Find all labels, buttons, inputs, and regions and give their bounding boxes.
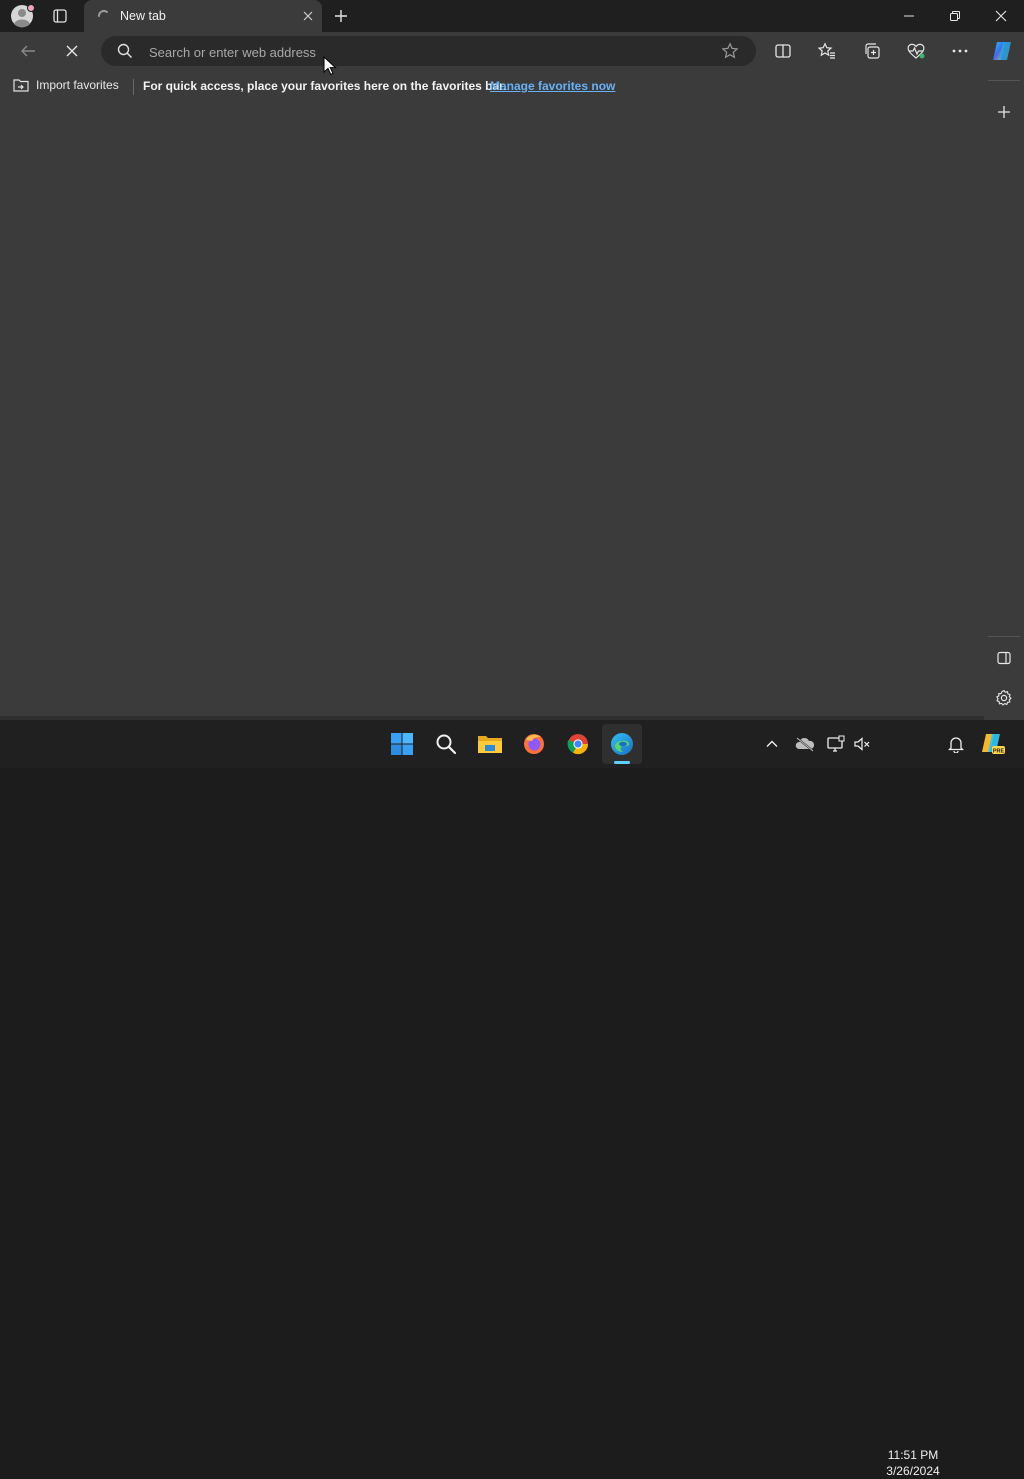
taskbar-clock[interactable]: 11:51 PM 3/26/2024 — [880, 1447, 946, 1479]
chevron-up-icon — [766, 740, 778, 747]
stop-loading-button[interactable] — [56, 35, 88, 67]
sidebar-divider — [988, 636, 1020, 637]
manage-favorites-link[interactable]: Manage favorites now — [490, 79, 615, 93]
browser-essentials-button[interactable] — [900, 35, 932, 67]
hide-sidebar-button[interactable] — [990, 644, 1018, 672]
browser-essentials-icon — [907, 43, 925, 59]
add-favorite-button[interactable] — [721, 42, 739, 60]
firefox-icon — [524, 734, 544, 754]
copilot-button[interactable] — [986, 35, 1018, 67]
tab-actions-icon — [53, 9, 67, 23]
cursor-arrow-icon — [323, 56, 337, 76]
show-hidden-icons-button[interactable] — [760, 732, 784, 756]
tab-title: New tab — [120, 9, 166, 23]
star-outline-icon — [721, 42, 739, 59]
display-icon — [827, 735, 845, 752]
address-bar[interactable] — [101, 36, 756, 66]
title-bar: New tab — [0, 0, 1024, 32]
favorites-divider — [133, 79, 134, 95]
address-input[interactable] — [147, 41, 711, 63]
new-tab-button[interactable] — [328, 0, 354, 32]
page-content — [0, 102, 984, 716]
windows-start-icon — [391, 733, 413, 755]
favorites-button[interactable] — [811, 35, 843, 67]
import-favorites-button[interactable]: Import favorites — [12, 77, 119, 93]
gear-icon — [996, 689, 1012, 706]
taskbar-edge[interactable] — [602, 724, 642, 764]
profile-button[interactable] — [6, 0, 38, 32]
mouse-cursor — [323, 56, 337, 76]
browser-toolbar — [0, 32, 1024, 70]
back-button[interactable] — [12, 35, 44, 67]
favorites-icon — [818, 42, 835, 59]
sidebar-divider — [988, 80, 1020, 81]
profile-avatar-icon — [11, 4, 35, 28]
back-arrow-icon — [21, 45, 35, 57]
clock-time: 11:51 PM — [887, 1448, 939, 1462]
split-screen-button[interactable] — [767, 35, 799, 67]
tray-network-display[interactable] — [824, 732, 848, 756]
minimize-button[interactable] — [886, 0, 932, 32]
tab-actions-button[interactable] — [44, 0, 76, 32]
sidebar-settings-button[interactable] — [990, 684, 1018, 712]
favorites-bar: Import favorites For quick access, place… — [0, 70, 1024, 102]
taskbar-firefox[interactable] — [514, 724, 554, 764]
start-button[interactable] — [382, 724, 422, 764]
taskbar: 11:51 PM 3/26/2024 PRE — [0, 720, 1024, 1478]
favorites-bar-message: For quick access, place your favorites h… — [143, 79, 507, 93]
file-explorer-icon — [478, 736, 502, 753]
sidebar-toggle-icon — [997, 651, 1011, 665]
onedrive-icon — [795, 737, 815, 752]
minimize-icon — [904, 15, 914, 17]
restore-icon — [950, 11, 960, 21]
more-icon — [952, 49, 968, 53]
search-icon — [117, 43, 133, 59]
notifications-button[interactable] — [944, 732, 968, 756]
window-close-icon — [995, 10, 1007, 22]
tray-copilot-preview[interactable]: PRE — [978, 732, 1008, 756]
edge-sidebar — [984, 70, 1024, 720]
copilot-icon: PRE — [982, 734, 1005, 755]
taskbar-search-button[interactable] — [426, 724, 466, 764]
tab-spinner-icon — [96, 8, 112, 24]
plus-icon — [335, 10, 347, 22]
tab-new-tab[interactable]: New tab — [84, 0, 322, 32]
split-screen-icon — [775, 44, 791, 58]
search-icon — [436, 734, 457, 755]
edge-running-indicator — [614, 761, 630, 764]
taskbar-file-explorer[interactable] — [470, 724, 510, 764]
plus-icon — [998, 106, 1010, 118]
window-close-button[interactable] — [978, 0, 1024, 32]
chrome-icon — [567, 734, 589, 755]
clock-date: 3/26/2024 — [886, 1464, 940, 1478]
tray-onedrive[interactable] — [793, 732, 817, 756]
stop-icon — [66, 45, 78, 57]
import-favorites-icon — [13, 79, 29, 92]
close-icon — [303, 11, 313, 21]
sidebar-add-button[interactable] — [990, 98, 1018, 126]
import-favorites-label: Import favorites — [36, 78, 119, 92]
bell-icon — [948, 737, 964, 753]
taskbar-chrome[interactable] — [558, 724, 598, 764]
edge-icon — [611, 733, 633, 755]
tray-volume[interactable] — [850, 732, 874, 756]
collections-button[interactable] — [856, 35, 888, 67]
settings-and-more-button[interactable] — [944, 35, 976, 67]
restore-button[interactable] — [932, 0, 978, 32]
collections-icon — [865, 43, 880, 59]
tab-close-button[interactable] — [300, 8, 316, 24]
copilot-icon — [993, 42, 1011, 60]
speaker-muted-icon — [854, 737, 870, 751]
svg-text:PRE: PRE — [993, 749, 1005, 755]
